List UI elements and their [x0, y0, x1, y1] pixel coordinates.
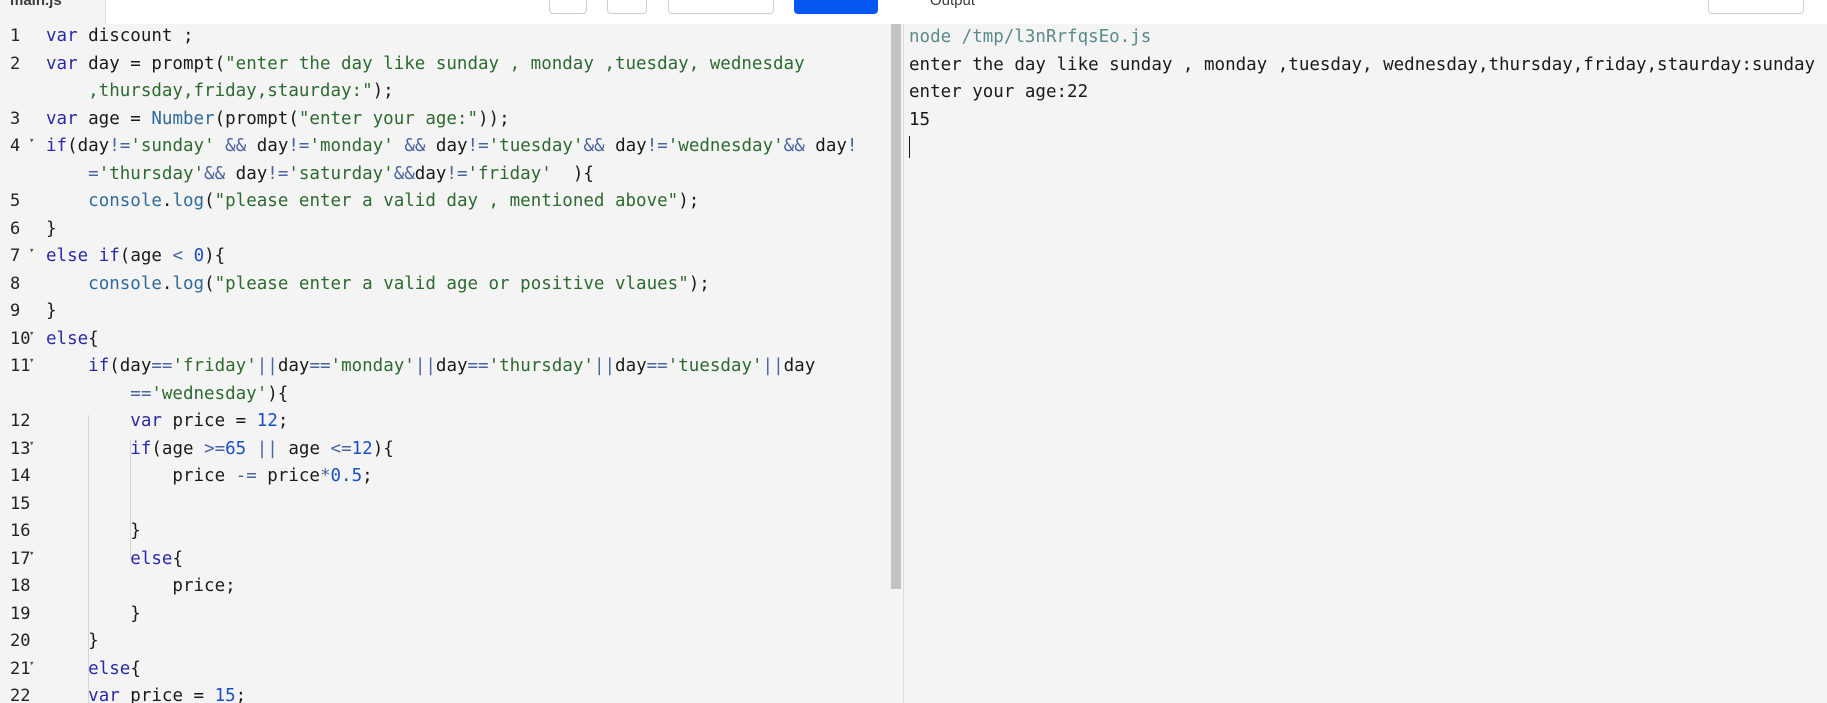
code-line: } [46, 603, 141, 624]
code-line: ='thursday'&& day!='saturday'&&day!='fri… [46, 163, 594, 184]
code-line: ,thursday,friday,staurday:"); [46, 81, 394, 101]
fold-arrow-icon[interactable]: ▾ [29, 549, 34, 559]
fold-arrow-icon[interactable]: ▾ [29, 246, 34, 256]
run-command: node /tmp/l3nRrfqsEo.js [909, 27, 1152, 47]
top-toolbar: main.js Output [0, 0, 1827, 25]
code-line: var price = 12; [130, 411, 289, 431]
code-line: var age = Number(prompt("enter your age:… [46, 108, 510, 129]
share-button[interactable] [668, 0, 774, 14]
code-line: if(day!='sunday' && day!='monday' && day… [46, 136, 858, 156]
code-line: console.log("please enter a valid age or… [88, 273, 710, 294]
fullscreen-button[interactable] [549, 0, 587, 14]
output-tab-label: Output [930, 0, 976, 9]
code-line: else{ [130, 548, 183, 569]
code-line: if(day=='friday'||day=='monday'||day=='t… [88, 356, 816, 376]
code-line: price; [46, 576, 236, 596]
editor-scrollbar[interactable] [891, 24, 901, 589]
run-button[interactable] [794, 0, 878, 14]
output-line: 15 [909, 110, 931, 130]
output-line: enter the day like sunday , monday ,tues… [909, 55, 1816, 75]
fold-arrow-icon[interactable]: ▾ [29, 659, 34, 669]
code-line: =='wednesday'){ [46, 383, 289, 404]
indent-guide [130, 439, 131, 559]
code-line: console.log("please enter a valid day , … [88, 191, 700, 211]
code-line: var discount ; [46, 26, 194, 46]
output-line: enter your age:22 [909, 82, 1089, 102]
code-line: } [46, 301, 57, 321]
code-line: } [46, 218, 57, 239]
code-line: var price = 15; [88, 686, 247, 703]
code-line: if(age >=65 || age <=12){ [130, 438, 394, 459]
output-console[interactable]: node /tmp/l3nRrfqsEo.js enter the day li… [904, 24, 1827, 703]
code-line: } [46, 521, 141, 541]
code-line: else if(age < 0){ [46, 246, 226, 266]
fold-arrow-icon[interactable]: ▾ [29, 329, 34, 339]
clear-button[interactable] [1708, 0, 1804, 14]
file-tab[interactable]: main.js [0, 0, 106, 24]
file-tab-label: main.js [10, 0, 62, 9]
output-tab: Output [930, 0, 975, 9]
text-cursor [909, 136, 910, 158]
code-line: price -= price*0.5; [46, 466, 373, 486]
fold-arrow-icon[interactable]: ▾ [29, 439, 34, 449]
code-editor[interactable]: 1 2 3 4 ▾ 5 6 7 ▾ 8 9 10 ▾ 11 ▾ 12 13 ▾ 14 15 16 17 ▾ 18 19 20 21 ▾… [0, 24, 903, 703]
fold-arrow-icon[interactable]: ▾ [29, 356, 34, 366]
code-line: else{ [88, 658, 141, 679]
code-line: } [46, 631, 99, 651]
code-line: else{ [46, 328, 99, 349]
fold-arrow-icon[interactable]: ▾ [29, 136, 34, 146]
indent-guide [88, 415, 89, 703]
code-line: var day = prompt("enter the day like sun… [46, 53, 805, 74]
theme-toggle-button[interactable] [607, 0, 647, 14]
